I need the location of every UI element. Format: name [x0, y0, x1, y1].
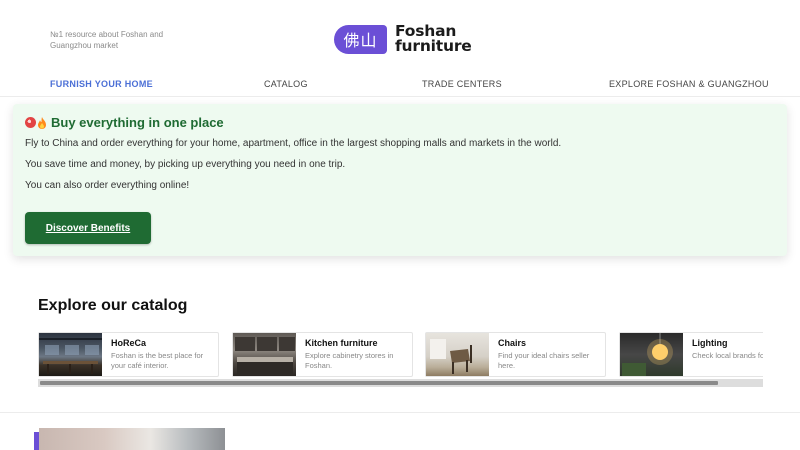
nav-explore-foshan-guangzhou[interactable]: EXPLORE FOSHAN & GUANGZHOU: [609, 79, 769, 89]
site-logo[interactable]: 佛山 Foshan furniture: [334, 23, 472, 55]
catalog-section-title: Explore our catalog: [38, 297, 188, 314]
lighting-image: [620, 333, 683, 376]
red-badge-icon: [25, 117, 36, 128]
fire-icon: [38, 116, 46, 129]
card-description: Foshan is the best place for your café i…: [111, 351, 204, 370]
promo-title: Buy everything in one place: [51, 115, 224, 130]
logo-text-line2: furniture: [395, 37, 472, 55]
card-title: Chairs: [498, 338, 527, 348]
promo-text-3: You can also order everything online!: [25, 180, 190, 191]
card-description: Check local brands for lightning.: [692, 351, 763, 360]
card-description: Explore cabinetry stores in Foshan.: [305, 351, 394, 370]
preview-image: [39, 428, 225, 450]
section-divider: [0, 412, 800, 413]
logo-text: Foshan furniture: [395, 23, 472, 55]
card-body: Lighting Check local brands for lightnin…: [683, 333, 763, 376]
bottom-section-preview: [34, 428, 225, 450]
promo-text-1: Fly to China and order everything for yo…: [25, 138, 562, 149]
promo-emojis: [25, 116, 47, 129]
carousel-scrollbar[interactable]: [38, 379, 763, 387]
card-title: HoReCa: [111, 338, 147, 348]
promo-heading: Buy everything in one place: [25, 115, 224, 130]
nav-catalog[interactable]: CATALOG: [264, 79, 308, 89]
nav-furnish-your-home[interactable]: FURNISH YOUR HOME: [50, 79, 153, 89]
promo-banner: Buy everything in one place Fly to China…: [13, 104, 787, 256]
card-description: Find your ideal chairs seller here.: [498, 351, 590, 370]
kitchen-image: [233, 333, 296, 376]
logo-badge: 佛山: [334, 24, 387, 54]
carousel-scrollbar-thumb[interactable]: [40, 381, 718, 385]
nav-trade-centers[interactable]: TRADE CENTERS: [422, 79, 502, 89]
discover-benefits-button[interactable]: Discover Benefits: [25, 212, 151, 244]
card-body: HoReCa Foshan is the best place for your…: [102, 333, 218, 376]
catalog-carousel: HoReCa Foshan is the best place for your…: [38, 332, 763, 377]
card-body: Chairs Find your ideal chairs seller her…: [489, 333, 605, 376]
catalog-card-chairs[interactable]: Chairs Find your ideal chairs seller her…: [425, 332, 606, 377]
card-title: Lighting: [692, 338, 728, 348]
site-header: №1 resource about Foshan and Guangzhou m…: [0, 0, 800, 72]
catalog-card-horeca[interactable]: HoReCa Foshan is the best place for your…: [38, 332, 219, 377]
chairs-image: [426, 333, 489, 376]
catalog-card-lighting[interactable]: Lighting Check local brands for lightnin…: [619, 332, 763, 377]
catalog-card-kitchen-furniture[interactable]: Kitchen furniture Explore cabinetry stor…: [232, 332, 413, 377]
promo-text-2: You save time and money, by picking up e…: [25, 159, 346, 170]
site-tagline: №1 resource about Foshan and Guangzhou m…: [50, 30, 164, 50]
card-body: Kitchen furniture Explore cabinetry stor…: [296, 333, 412, 376]
horeca-image: [39, 333, 102, 376]
card-title: Kitchen furniture: [305, 338, 378, 348]
main-nav: FURNISH YOUR HOME CATALOG TRADE CENTERS …: [0, 72, 800, 97]
